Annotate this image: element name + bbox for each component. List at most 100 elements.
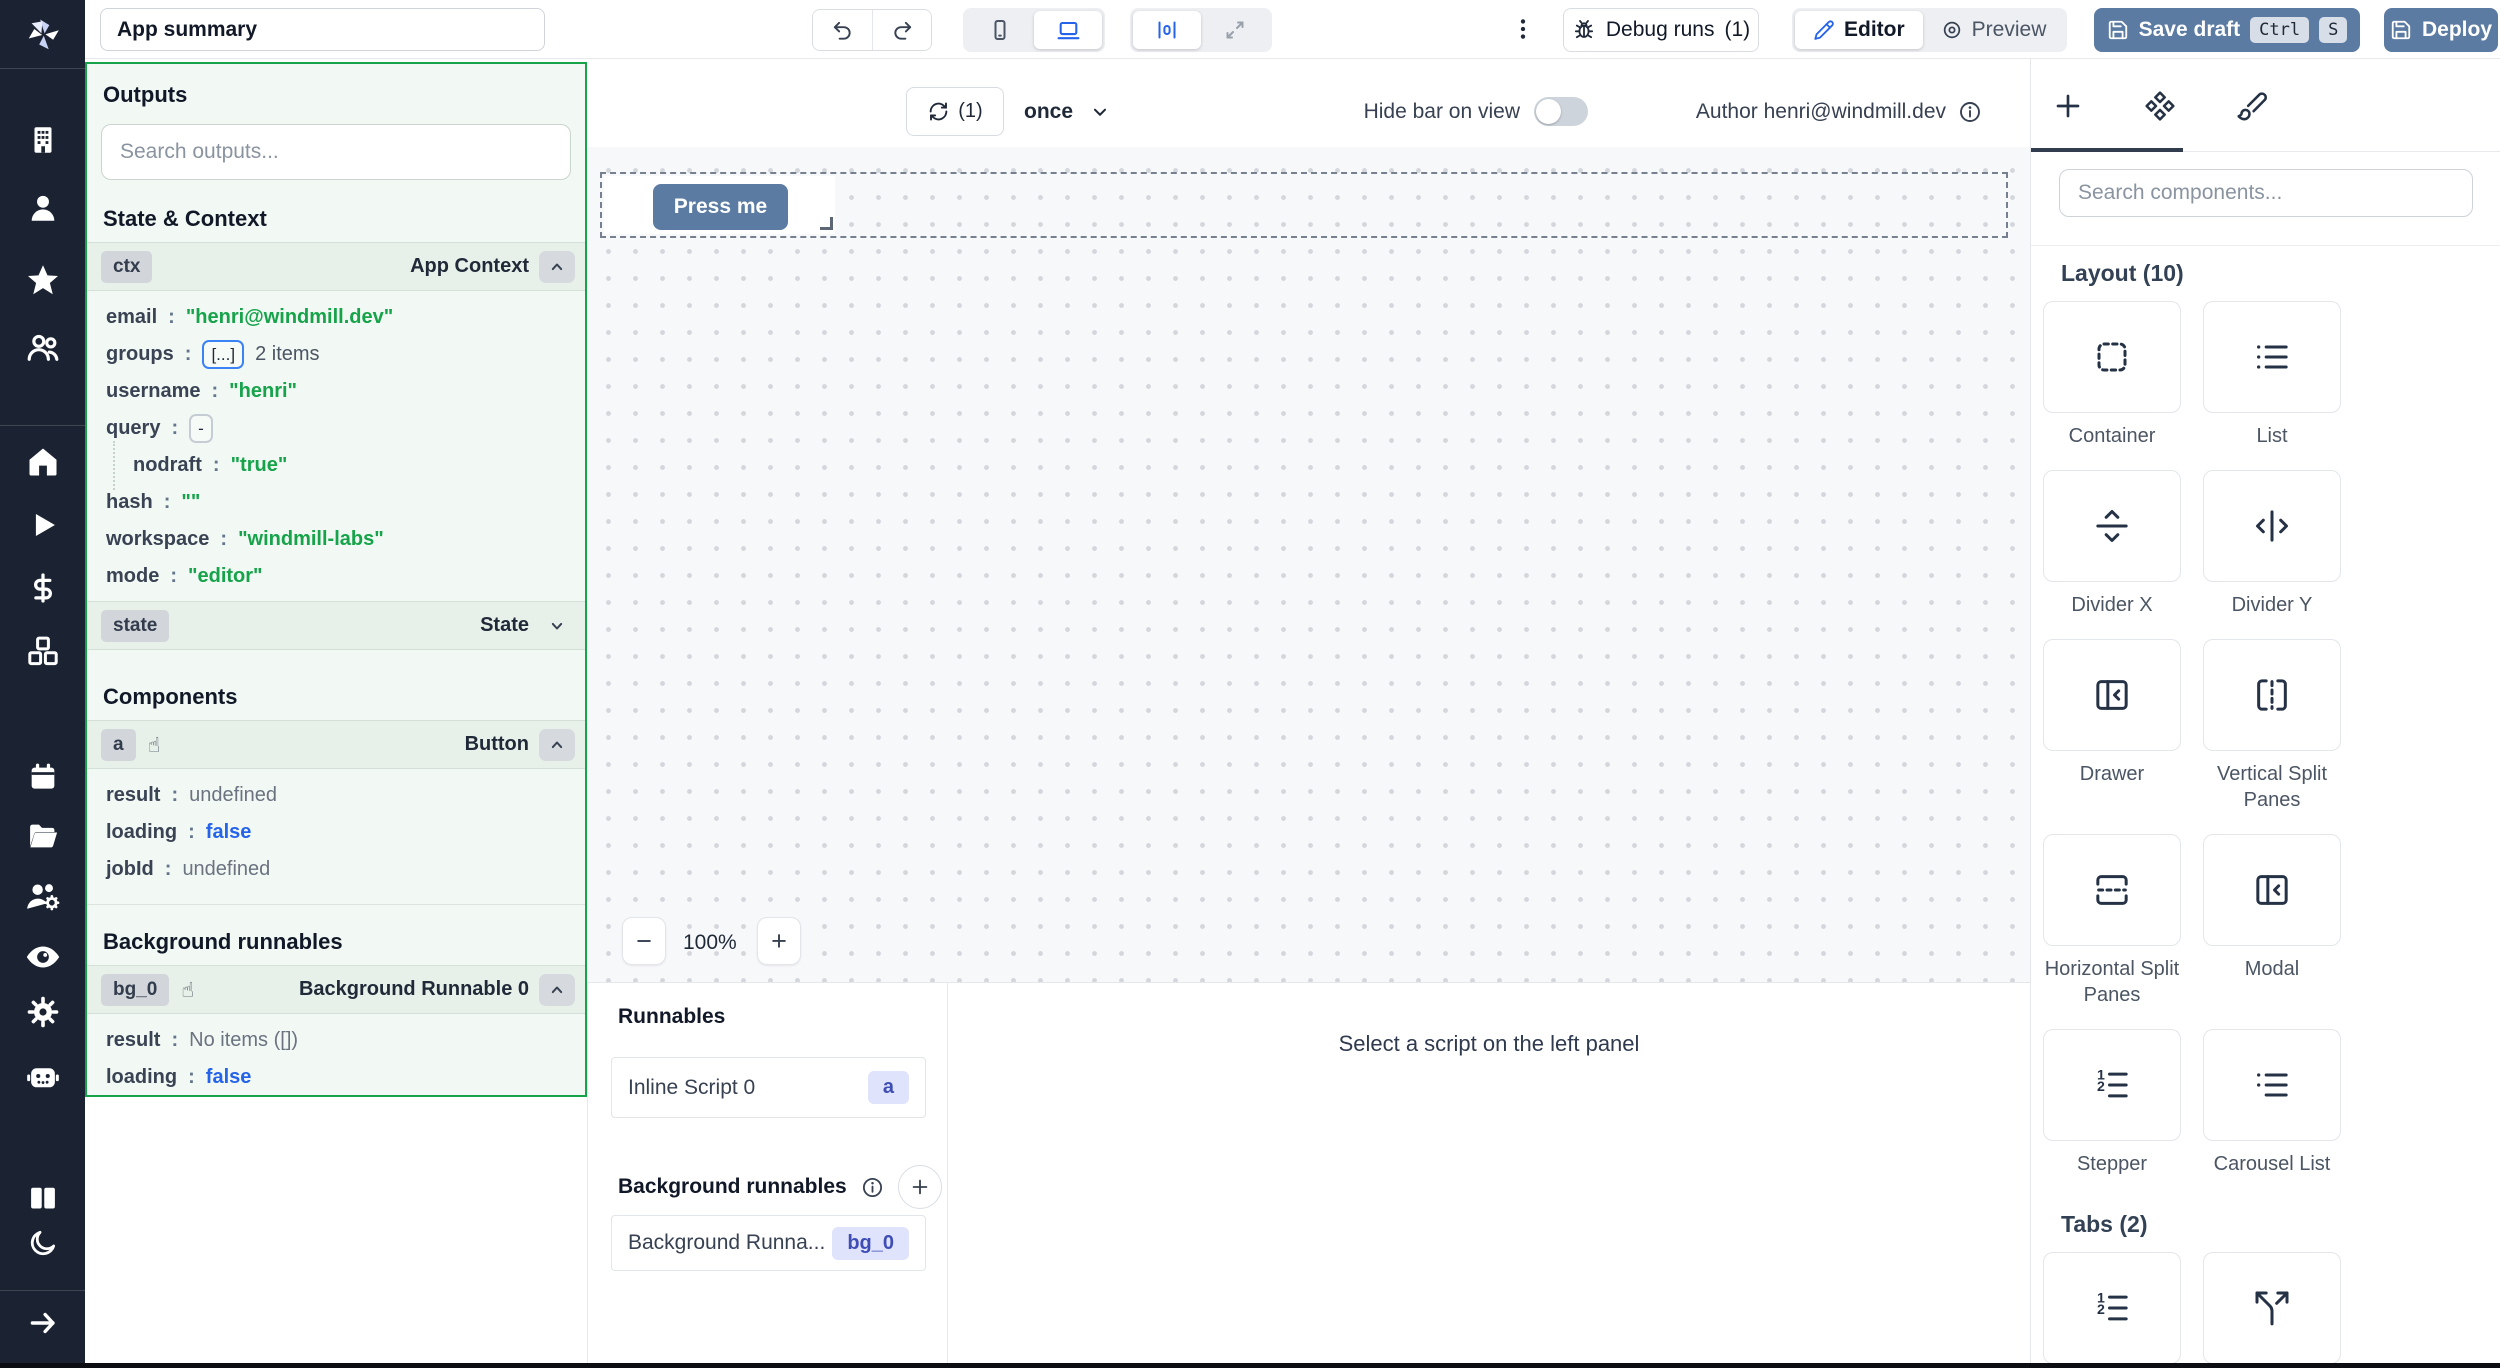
preview-tab-label: Preview bbox=[1972, 18, 2047, 42]
sidebar-item-folders[interactable] bbox=[24, 817, 62, 855]
output-key: groups bbox=[106, 343, 174, 366]
kebab-menu-icon bbox=[1510, 16, 1536, 42]
tab-add-component[interactable] bbox=[2049, 87, 2087, 125]
output-row-nodraft[interactable]: nodraft:"true" bbox=[87, 447, 585, 484]
tab-editor[interactable]: Editor bbox=[1795, 11, 1923, 49]
selected-component-row[interactable]: Press me bbox=[600, 172, 2008, 238]
state-type-label: State bbox=[480, 614, 529, 637]
zoom-out-button[interactable]: − bbox=[622, 917, 666, 965]
tab-preview[interactable]: Preview bbox=[1923, 11, 2065, 49]
component-card-container[interactable] bbox=[2043, 301, 2181, 413]
sidebar-item-docs[interactable] bbox=[24, 1179, 62, 1217]
outputs-search-input[interactable] bbox=[101, 124, 571, 180]
output-key: loading bbox=[106, 821, 177, 844]
component-card-divider-y[interactable] bbox=[2203, 470, 2341, 582]
maximize-icon bbox=[1223, 18, 1247, 42]
sidebar-item-workers[interactable] bbox=[24, 878, 62, 916]
deploy-button[interactable]: Deploy bbox=[2384, 8, 2498, 52]
sidebar-item-favorites[interactable] bbox=[24, 261, 62, 299]
sidebar-item-workspace[interactable] bbox=[24, 121, 62, 159]
component-card-split-arrows-icon[interactable] bbox=[2203, 1252, 2341, 1363]
output-row-query[interactable]: query:- bbox=[87, 410, 585, 447]
refresh-interval-dropdown[interactable]: once bbox=[1024, 87, 1111, 136]
output-row-groups[interactable]: groups:[...]2 items bbox=[87, 336, 585, 373]
component-card-drawer[interactable] bbox=[2043, 639, 2181, 751]
fullscreen-button[interactable] bbox=[1201, 11, 1269, 49]
app-canvas[interactable]: (1) once Hide bar on view Author henri@w… bbox=[587, 59, 2030, 982]
components-search-input[interactable] bbox=[2059, 169, 2473, 217]
output-row-hash[interactable]: hash:"" bbox=[87, 484, 585, 521]
hand-pointer-icon: ☝ bbox=[148, 733, 161, 757]
refresh-button[interactable]: (1) bbox=[906, 87, 1004, 136]
boxes-icon bbox=[25, 633, 61, 669]
component-card-ordered-list-icon[interactable]: 12 bbox=[2043, 1252, 2181, 1363]
component-card-carousel-list[interactable] bbox=[2203, 1029, 2341, 1141]
collapse-button[interactable] bbox=[539, 974, 575, 1006]
plus-icon bbox=[909, 1176, 931, 1198]
ctx-header-row[interactable]: ctx App Context bbox=[87, 242, 585, 291]
output-row-email[interactable]: email:"henri@windmill.dev" bbox=[87, 299, 585, 336]
component-card-stepper[interactable]: 12 bbox=[2043, 1029, 2181, 1141]
press-me-button[interactable]: Press me bbox=[653, 184, 788, 230]
sidebar-item-user[interactable] bbox=[24, 189, 62, 227]
component-card-list[interactable] bbox=[2203, 301, 2341, 413]
collapse-button[interactable] bbox=[539, 251, 575, 283]
kbd-s: S bbox=[2319, 17, 2347, 43]
tab-styling[interactable] bbox=[2233, 87, 2271, 125]
sidebar-item-resources[interactable] bbox=[24, 632, 62, 670]
output-row-workspace[interactable]: workspace:"windmill-labs" bbox=[87, 521, 585, 558]
runnable-item-background[interactable]: Background Runna... bg_0 bbox=[611, 1215, 926, 1271]
component-item-modal: Modal bbox=[2203, 834, 2341, 1008]
colon: : bbox=[164, 491, 171, 514]
sidebar-item-variables[interactable] bbox=[24, 569, 62, 607]
center-align-button[interactable] bbox=[1133, 11, 1201, 49]
modal-icon bbox=[2252, 870, 2292, 910]
output-row-loading[interactable]: loading:false bbox=[87, 1059, 585, 1096]
add-background-runnable-button[interactable] bbox=[898, 1165, 942, 1209]
sidebar-item-audit-logs[interactable] bbox=[24, 938, 62, 976]
sidebar-item-groups[interactable] bbox=[24, 329, 62, 367]
windmill-logo-icon[interactable] bbox=[24, 16, 62, 54]
output-row-result[interactable]: result:No items ([]) bbox=[87, 1022, 585, 1059]
output-row-username[interactable]: username:"henri" bbox=[87, 373, 585, 410]
zoom-in-button[interactable]: + bbox=[757, 917, 801, 965]
colon: : bbox=[165, 858, 172, 881]
sidebar-item-dark-mode[interactable] bbox=[24, 1224, 62, 1262]
output-row-loading[interactable]: loading:false bbox=[87, 814, 585, 851]
sidebar-item-home[interactable] bbox=[24, 443, 62, 481]
sidebar-item-schedules[interactable] bbox=[24, 758, 62, 796]
component-card-divider-x[interactable] bbox=[2043, 470, 2181, 582]
sidebar-item-runs[interactable] bbox=[24, 506, 62, 544]
component-card-horizontal-split-panes[interactable] bbox=[2043, 834, 2181, 946]
output-row-result[interactable]: result:undefined bbox=[87, 777, 585, 814]
more-menu-button[interactable] bbox=[1510, 16, 1536, 47]
component-card-vertical-split-panes[interactable] bbox=[2203, 639, 2341, 751]
bg-runnable-header-row[interactable]: bg_0 ☝ Background Runnable 0 bbox=[87, 965, 585, 1014]
component-card-modal[interactable] bbox=[2203, 834, 2341, 946]
tab-component-settings[interactable] bbox=[2141, 87, 2179, 125]
sidebar-item-settings[interactable] bbox=[24, 993, 62, 1031]
redo-button[interactable] bbox=[872, 10, 931, 50]
button-component-header-row[interactable]: a ☝ Button bbox=[87, 720, 585, 769]
desktop-view-button[interactable] bbox=[1034, 11, 1102, 49]
output-value: undefined bbox=[189, 784, 277, 807]
output-row-jobId[interactable]: jobId:undefined bbox=[87, 851, 585, 888]
sidebar-item-expand[interactable] bbox=[24, 1304, 62, 1342]
mobile-view-button[interactable] bbox=[966, 11, 1034, 49]
button-component-cell[interactable]: Press me bbox=[604, 176, 835, 234]
runnable-item-inline-script[interactable]: Inline Script 0 a bbox=[611, 1057, 926, 1118]
expand-button[interactable] bbox=[539, 610, 575, 642]
debug-runs-button[interactable]: Debug runs (1) bbox=[1563, 8, 1759, 52]
canvas-grid[interactable] bbox=[587, 147, 2030, 982]
horizontal-split-icon bbox=[2092, 870, 2132, 910]
hide-bar-toggle[interactable] bbox=[1534, 97, 1588, 126]
resize-handle[interactable] bbox=[820, 217, 833, 230]
output-row-mode[interactable]: mode:"editor" bbox=[87, 558, 585, 595]
collapse-button[interactable] bbox=[539, 729, 575, 761]
undo-button[interactable] bbox=[813, 10, 872, 50]
state-header-row[interactable]: state State bbox=[87, 601, 585, 650]
save-draft-button[interactable]: Save draft Ctrl S bbox=[2094, 8, 2360, 52]
zoom-level: 100% bbox=[683, 931, 737, 955]
app-summary-input[interactable] bbox=[100, 8, 545, 51]
sidebar-item-ai[interactable] bbox=[24, 1058, 62, 1096]
